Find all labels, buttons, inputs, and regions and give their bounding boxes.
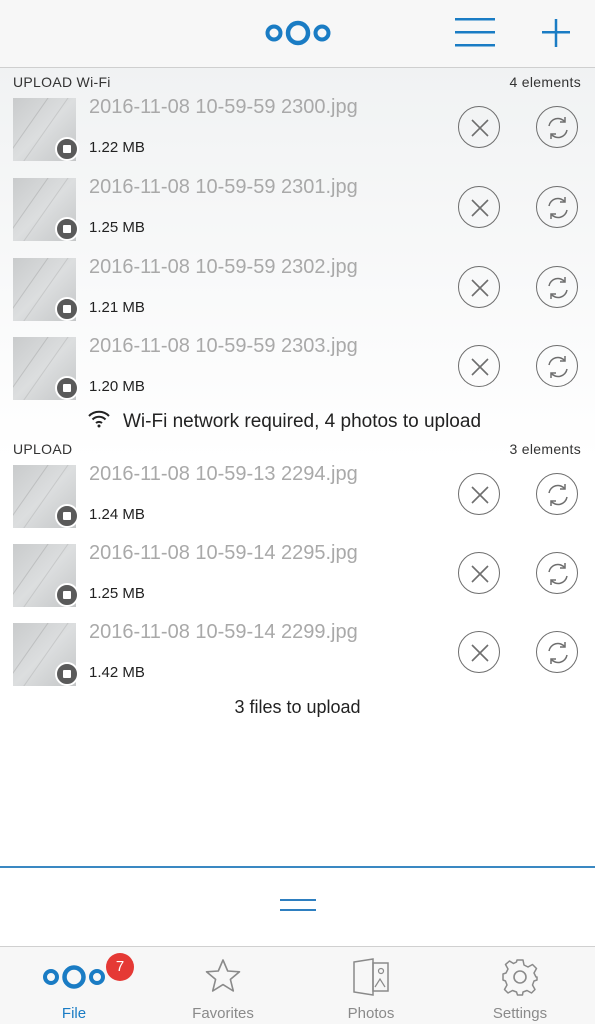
cancel-upload-button[interactable] [458,552,500,594]
close-icon [471,199,489,217]
cancel-upload-button[interactable] [458,345,500,387]
section-title: UPLOAD Wi-Fi [13,74,111,90]
menu-button[interactable] [452,14,498,52]
file-size: 1.24 MB [89,506,145,523]
cancel-upload-button[interactable] [458,106,500,148]
retry-upload-button[interactable] [536,552,578,594]
file-name: 2016-11-08 10-59-13 2294.jpg [89,463,358,485]
tab-label: Photos [347,1005,395,1022]
notification-badge: 7 [106,953,134,981]
tab-label: Favorites [192,1005,254,1022]
file-size: 1.21 MB [89,299,145,316]
stop-icon[interactable] [55,504,79,528]
section-count: 4 elements [509,74,581,90]
refresh-icon [548,642,568,664]
stop-icon[interactable] [55,297,79,321]
stop-icon[interactable] [55,583,79,607]
refresh-icon [548,197,568,219]
wifi-status-text: Wi-Fi network required, 4 photos to uplo… [123,411,482,432]
cancel-upload-button[interactable] [458,473,500,515]
retry-upload-button[interactable] [536,186,578,228]
refresh-icon [548,484,568,506]
hamburger-menu-icon [455,18,495,47]
top-bar [0,0,595,68]
list-item: 2016-11-08 10-59-13 2294.jpg 1.24 MB [0,463,595,541]
retry-upload-button[interactable] [536,345,578,387]
tab-settings[interactable]: Settings [446,947,594,1024]
close-icon [471,358,489,376]
file-size: 1.25 MB [89,585,145,602]
close-icon [471,644,489,662]
retry-upload-button[interactable] [536,266,578,308]
file-name: 2016-11-08 10-59-14 2299.jpg [89,621,358,643]
drawer-handle[interactable] [280,899,316,913]
file-name: 2016-11-08 10-59-59 2303.jpg [89,335,358,357]
upload-section-header: UPLOAD 3 elements [0,437,595,459]
retry-upload-button[interactable] [536,106,578,148]
refresh-icon [548,117,568,139]
stop-icon[interactable] [55,376,79,400]
photos-icon [353,958,389,996]
upload-status-text: 3 files to upload [234,697,361,717]
close-icon [471,486,489,504]
file-size: 1.42 MB [89,664,145,681]
tab-label: File [61,1005,87,1022]
plus-icon [542,19,570,47]
section-title: UPLOAD [13,441,73,457]
list-item: 2016-11-08 10-59-14 2299.jpg 1.42 MB [0,621,595,699]
file-name: 2016-11-08 10-59-59 2301.jpg [89,176,358,198]
list-item: 2016-11-08 10-59-14 2295.jpg 1.25 MB [0,542,595,620]
list-item: 2016-11-08 10-59-59 2300.jpg 1.22 MB [0,96,595,174]
refresh-icon [548,356,568,378]
retry-upload-button[interactable] [536,631,578,673]
tab-photos[interactable]: Photos [297,947,445,1024]
file-size: 1.20 MB [89,378,145,395]
close-icon [471,565,489,583]
retry-upload-button[interactable] [536,473,578,515]
file-name: 2016-11-08 10-59-14 2295.jpg [89,542,358,564]
file-name: 2016-11-08 10-59-59 2302.jpg [89,256,358,278]
cancel-upload-button[interactable] [458,266,500,308]
list-item: 2016-11-08 10-59-59 2303.jpg 1.20 MB [0,335,595,413]
nextcloud-logo-icon [43,965,105,989]
gear-icon [502,959,538,996]
refresh-icon [548,563,568,585]
list-item: 2016-11-08 10-59-59 2302.jpg 1.21 MB [0,256,595,334]
cancel-upload-button[interactable] [458,631,500,673]
wifi-icon [88,410,110,428]
add-button[interactable] [536,14,576,52]
divider [0,866,595,868]
cancel-upload-button[interactable] [458,186,500,228]
tab-bar: 7 File Favorites Photos Settings [0,946,595,1024]
list-item: 2016-11-08 10-59-59 2301.jpg 1.25 MB [0,176,595,254]
file-size: 1.25 MB [89,219,145,236]
refresh-icon [548,277,568,299]
tab-file[interactable]: 7 File [0,947,148,1024]
stop-icon[interactable] [55,217,79,241]
tab-label: Settings [492,1005,548,1022]
stop-icon[interactable] [55,662,79,686]
nextcloud-logo-icon [265,20,331,46]
close-icon [471,119,489,137]
close-icon [471,279,489,297]
file-name: 2016-11-08 10-59-59 2300.jpg [89,96,358,118]
star-icon [205,959,241,992]
wifi-section-header: UPLOAD Wi-Fi 4 elements [0,70,595,92]
file-size: 1.22 MB [89,139,145,156]
stop-icon[interactable] [55,137,79,161]
tab-favorites[interactable]: Favorites [149,947,297,1024]
section-count: 3 elements [509,441,581,457]
